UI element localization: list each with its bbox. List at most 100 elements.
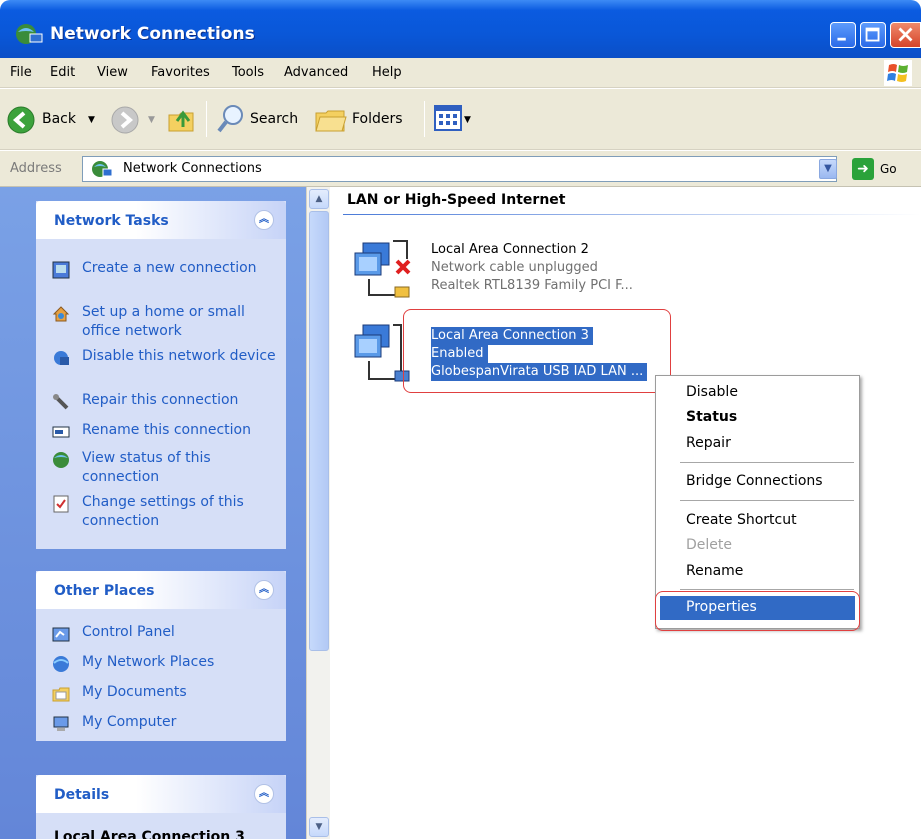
network-places-icon bbox=[53, 656, 69, 672]
other-places-panel: Other Places ︽ Control Panel My Network … bbox=[36, 571, 286, 741]
task-view-status[interactable]: View status of this connection bbox=[52, 449, 282, 489]
task-repair-connection[interactable]: Repair this connection bbox=[52, 391, 282, 415]
network-connections-icon bbox=[16, 24, 43, 44]
disable-network-icon bbox=[54, 351, 69, 365]
menu-repair[interactable]: Repair bbox=[686, 435, 731, 451]
back-arrow-icon[interactable] bbox=[6, 105, 36, 135]
details-title: Details bbox=[54, 787, 110, 803]
my-computer-icon bbox=[53, 716, 69, 731]
network-tasks-header[interactable]: Network Tasks ︽ bbox=[36, 201, 286, 239]
window-title: Network Connections bbox=[50, 24, 255, 44]
details-connection-name: Local Area Connection 3 bbox=[54, 829, 245, 839]
task-disable-device[interactable]: Disable this network device bbox=[52, 347, 282, 387]
collapse-icon[interactable]: ︽ bbox=[254, 784, 274, 804]
menu-separator bbox=[680, 589, 854, 590]
maximize-icon bbox=[865, 27, 880, 42]
place-control-panel[interactable]: Control Panel bbox=[52, 623, 282, 647]
menu-status[interactable]: Status bbox=[686, 409, 737, 425]
scroll-down-icon[interactable]: ▼ bbox=[309, 817, 329, 837]
place-label: My Documents bbox=[82, 684, 187, 700]
lan-disconnected-icon bbox=[354, 240, 411, 298]
address-bar: Address Network Connections ▼ ➜ Go bbox=[0, 151, 921, 187]
connection-name: Local Area Connection 2 bbox=[431, 242, 589, 257]
task-label: Change settings of this connection bbox=[82, 494, 244, 529]
task-pane-scrollbar[interactable]: ▲ ▼ bbox=[306, 187, 330, 839]
task-pane: Network Tasks ︽ Create a new connection … bbox=[0, 187, 306, 839]
task-label: Rename this connection bbox=[82, 422, 251, 438]
menu-bridge-connections[interactable]: Bridge Connections bbox=[686, 473, 823, 489]
menu-disable[interactable]: Disable bbox=[686, 384, 738, 400]
menu-tools[interactable]: Tools bbox=[232, 65, 264, 80]
settings-check-icon bbox=[53, 495, 69, 513]
search-button[interactable]: Search bbox=[250, 111, 298, 127]
group-divider bbox=[343, 214, 921, 215]
minimize-button[interactable] bbox=[830, 22, 856, 48]
place-my-documents[interactable]: My Documents bbox=[52, 683, 282, 707]
place-label: My Computer bbox=[82, 714, 177, 730]
menu-file[interactable]: File bbox=[10, 65, 32, 80]
place-my-computer[interactable]: My Computer bbox=[52, 713, 282, 737]
menu-create-shortcut[interactable]: Create Shortcut bbox=[686, 512, 797, 528]
views-icon[interactable] bbox=[434, 105, 462, 131]
task-label: Repair this connection bbox=[82, 392, 239, 408]
go-button[interactable]: Go bbox=[880, 162, 897, 176]
new-connection-icon bbox=[52, 261, 70, 279]
menu-bar: File Edit View Favorites Tools Advanced … bbox=[0, 58, 921, 88]
task-create-connection[interactable]: Create a new connection bbox=[52, 259, 282, 299]
connection-status: Network cable unplugged bbox=[431, 260, 598, 275]
details-panel: Details ︽ Local Area Connection 3 bbox=[36, 775, 286, 839]
menu-edit[interactable]: Edit bbox=[50, 65, 75, 80]
menu-separator bbox=[680, 500, 854, 501]
details-header[interactable]: Details ︽ bbox=[36, 775, 286, 813]
place-my-network-places[interactable]: My Network Places bbox=[52, 653, 282, 677]
collapse-icon[interactable]: ︽ bbox=[254, 210, 274, 230]
control-panel-icon bbox=[52, 627, 70, 642]
scrollbar-thumb[interactable] bbox=[309, 211, 329, 651]
task-label: Create a new connection bbox=[82, 260, 257, 276]
task-label: Set up a home or small office network bbox=[82, 304, 245, 339]
menu-view[interactable]: View bbox=[97, 65, 128, 80]
menu-rename[interactable]: Rename bbox=[686, 563, 743, 579]
address-dropdown-icon[interactable]: ▼ bbox=[819, 159, 837, 179]
maximize-button[interactable] bbox=[860, 22, 886, 48]
toolbar-separator bbox=[206, 101, 207, 137]
close-button[interactable] bbox=[890, 22, 921, 48]
menu-favorites[interactable]: Favorites bbox=[151, 65, 210, 80]
forward-dropdown-icon[interactable]: ▼ bbox=[148, 115, 155, 125]
place-label: My Network Places bbox=[82, 654, 215, 670]
folders-button[interactable]: Folders bbox=[352, 111, 403, 127]
network-tasks-title: Network Tasks bbox=[54, 213, 169, 229]
other-places-title: Other Places bbox=[54, 583, 155, 599]
address-label: Address bbox=[10, 161, 62, 176]
menu-delete: Delete bbox=[686, 537, 732, 553]
up-folder-icon[interactable] bbox=[165, 103, 197, 135]
back-button[interactable]: Back bbox=[42, 111, 76, 127]
menu-help[interactable]: Help bbox=[372, 65, 402, 80]
scroll-up-icon[interactable]: ▲ bbox=[309, 189, 329, 209]
menu-advanced[interactable]: Advanced bbox=[284, 65, 348, 80]
go-arrow-icon[interactable]: ➜ bbox=[852, 158, 874, 180]
toolbar: Back ▼ ▼ Search Folders ▼ bbox=[0, 89, 921, 150]
task-home-network[interactable]: Set up a home or small office network bbox=[52, 303, 282, 343]
selection-highlight-outline bbox=[403, 309, 671, 393]
rename-icon bbox=[52, 426, 70, 438]
forward-arrow-icon[interactable] bbox=[110, 105, 140, 135]
wrench-icon bbox=[53, 394, 69, 410]
task-change-settings[interactable]: Change settings of this connection bbox=[52, 493, 282, 533]
home-network-icon bbox=[52, 306, 70, 322]
address-value: Network Connections bbox=[123, 161, 262, 176]
group-title: LAN or High-Speed Internet bbox=[347, 192, 566, 208]
search-icon[interactable] bbox=[215, 103, 247, 135]
address-input[interactable]: Network Connections ▼ bbox=[82, 156, 837, 182]
folders-icon[interactable] bbox=[314, 103, 348, 135]
connection-device: Realtek RTL8139 Family PCI F... bbox=[431, 278, 633, 293]
other-places-header[interactable]: Other Places ︽ bbox=[36, 571, 286, 609]
network-connections-icon bbox=[92, 161, 113, 177]
title-bar: Network Connections bbox=[0, 0, 921, 58]
views-dropdown-icon[interactable]: ▼ bbox=[464, 115, 471, 125]
back-dropdown-icon[interactable]: ▼ bbox=[88, 115, 95, 125]
connection-item[interactable]: Local Area Connection 2 Network cable un… bbox=[331, 239, 681, 309]
collapse-icon[interactable]: ︽ bbox=[254, 580, 274, 600]
properties-highlight-outline bbox=[655, 591, 860, 631]
task-rename-connection[interactable]: Rename this connection bbox=[52, 421, 282, 445]
